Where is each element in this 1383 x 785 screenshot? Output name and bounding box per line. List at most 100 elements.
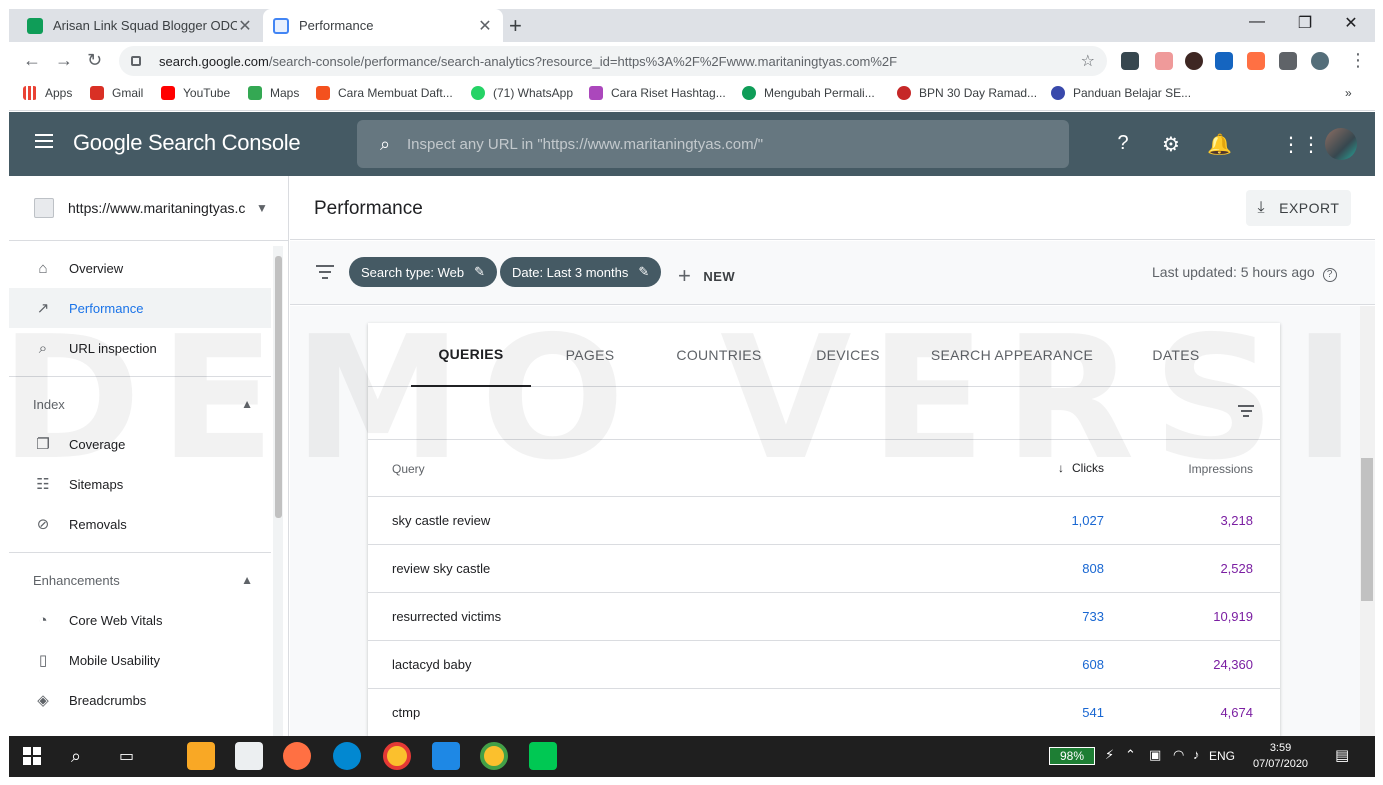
new-label: NEW: [703, 268, 736, 284]
language-indicator[interactable]: ENG: [1209, 749, 1235, 763]
sidebar-scrollbar-thumb[interactable]: [275, 256, 282, 518]
table-row[interactable]: sky castle review 1,027 3,218: [368, 497, 1280, 545]
export-button[interactable]: ⤓ EXPORT: [1246, 190, 1351, 226]
bookmark-youtube[interactable]: YouTube: [161, 86, 230, 100]
profile-avatar-icon[interactable]: [1311, 52, 1329, 70]
wifi-icon[interactable]: ◠: [1173, 747, 1184, 763]
property-selector[interactable]: https://www.maritaningtyas.c... ▼: [9, 176, 289, 241]
lock-icon: [131, 56, 141, 66]
notifications-bell-icon[interactable]: 🔔: [1207, 132, 1232, 157]
task-view-icon[interactable]: ▭: [119, 746, 134, 766]
section-index[interactable]: Index ▲: [9, 384, 271, 424]
reload-icon[interactable]: ↻: [87, 50, 102, 71]
chrome-icon[interactable]: [383, 742, 411, 770]
table-filter-icon[interactable]: [1238, 405, 1254, 420]
word-app-icon[interactable]: [432, 742, 460, 770]
browser-tab-performance[interactable]: Performance ✕: [263, 9, 503, 42]
edge-icon[interactable]: [333, 742, 361, 770]
file-explorer-icon[interactable]: [187, 742, 215, 770]
nav-breadcrumbs[interactable]: ◈ Breadcrumbs: [9, 680, 271, 720]
help-circle-icon[interactable]: ?: [1322, 268, 1337, 282]
url-inspection-search[interactable]: ⌕: [357, 120, 1069, 168]
extension-k-icon[interactable]: [1185, 52, 1203, 70]
address-bar[interactable]: search.google.com/search-console/perform…: [119, 46, 1107, 76]
section-enhancements[interactable]: Enhancements ▲: [9, 560, 271, 600]
minimize-icon[interactable]: —: [1237, 13, 1277, 31]
nav-removals[interactable]: ⊘ Removals: [9, 504, 271, 544]
firefox-icon[interactable]: [283, 742, 311, 770]
tab-countries[interactable]: COUNTRIES: [664, 323, 774, 387]
tab-devices[interactable]: DEVICES: [804, 323, 892, 387]
nav-mobile-usability[interactable]: ▯ Mobile Usability: [9, 640, 271, 680]
battery-indicator[interactable]: 98%: [1049, 747, 1095, 765]
user-avatar[interactable]: [1325, 128, 1357, 160]
tab-search-appearance[interactable]: SEARCH APPEARANCE: [928, 323, 1096, 387]
chrome-menu-icon[interactable]: ⋮: [1349, 50, 1367, 71]
bookmark-maps[interactable]: Maps: [248, 86, 299, 100]
header-impressions[interactable]: Impressions: [1188, 462, 1253, 476]
apps-grid-icon[interactable]: ⋮⋮: [1281, 132, 1321, 157]
extensions-puzzle-icon[interactable]: [1279, 52, 1297, 70]
close-tab-icon[interactable]: ✕: [477, 16, 493, 36]
new-filter-button[interactable]: + NEW: [678, 263, 735, 289]
extension-seo-icon[interactable]: [1247, 52, 1265, 70]
extension-blue-icon[interactable]: [1215, 52, 1233, 70]
tab-queries[interactable]: QUERIES: [411, 323, 531, 387]
url-inspection-input[interactable]: [407, 135, 1047, 153]
bookmark-panduan[interactable]: Panduan Belajar SE...: [1051, 86, 1191, 100]
chevron-up-icon[interactable]: ⌃: [1125, 747, 1136, 763]
bookmark-apps[interactable]: Apps: [23, 86, 72, 100]
table-row[interactable]: review sky castle 808 2,528: [368, 545, 1280, 593]
tab-dates[interactable]: DATES: [1138, 323, 1214, 387]
store-icon[interactable]: [235, 742, 263, 770]
close-window-icon[interactable]: ✕: [1331, 13, 1371, 33]
table-row[interactable]: resurrected victims 733 10,919: [368, 593, 1280, 641]
nav-label: Mobile Usability: [69, 652, 161, 668]
notifications-icon[interactable]: ▤: [1335, 746, 1349, 764]
header-clicks[interactable]: ↓ Clicks: [1058, 461, 1104, 475]
nav-coverage[interactable]: ❐ Coverage: [9, 424, 271, 464]
bookmark-whatsapp[interactable]: (71) WhatsApp: [471, 86, 573, 100]
volume-icon[interactable]: ♪: [1193, 747, 1200, 762]
bookmark-gmail[interactable]: Gmail: [90, 86, 143, 100]
chrome-active-icon[interactable]: [480, 742, 508, 770]
header-query[interactable]: Query: [392, 462, 425, 476]
extension-m-icon[interactable]: [1121, 52, 1139, 70]
green-app-icon[interactable]: [529, 742, 557, 770]
browser-tab-arisan[interactable]: Arisan Link Squad Blogger ODOP ✕: [17, 9, 263, 42]
maximize-icon[interactable]: ❐: [1285, 13, 1325, 33]
close-tab-icon[interactable]: ✕: [237, 16, 253, 36]
bookmark-bpn[interactable]: BPN 30 Day Ramad...: [897, 86, 1037, 100]
nav-overview[interactable]: ⌂ Overview: [9, 248, 271, 288]
nav-core-web-vitals[interactable]: ◔ Core Web Vitals: [9, 600, 271, 640]
nav-sitemaps[interactable]: ☷ Sitemaps: [9, 464, 271, 504]
bookmark-riset-hashtag[interactable]: Cara Riset Hashtag...: [589, 86, 726, 100]
bookmarks-overflow[interactable]: »: [1345, 86, 1352, 100]
table-row[interactable]: ctmp 541 4,674: [368, 689, 1280, 736]
help-icon[interactable]: ?: [1111, 132, 1135, 155]
filter-chip-date[interactable]: Date: Last 3 months ✎: [500, 257, 662, 287]
bookmark-star-icon[interactable]: ☆: [1081, 51, 1095, 71]
table-row[interactable]: lactacyd baby 608 24,360: [368, 641, 1280, 689]
hamburger-menu-icon[interactable]: [35, 134, 53, 148]
bookmark-cara-membuat[interactable]: Cara Membuat Daft...: [316, 86, 453, 100]
main-scrollbar-thumb[interactable]: [1361, 458, 1373, 601]
clock[interactable]: 3:59 07/07/2020: [1253, 740, 1308, 772]
network-icon[interactable]: ▣: [1149, 747, 1161, 763]
filter-list-icon[interactable]: [316, 265, 334, 283]
bookmark-label: Gmail: [112, 86, 144, 100]
bookmark-mengubah[interactable]: Mengubah Permali...: [742, 86, 875, 100]
filter-chip-search-type[interactable]: Search type: Web ✎: [349, 257, 497, 287]
tab-pages[interactable]: PAGES: [550, 323, 630, 387]
trending-up-icon: ↗: [36, 300, 50, 317]
nav-performance[interactable]: ↗ Performance: [9, 288, 271, 328]
search-icon[interactable]: ⌕: [71, 746, 81, 767]
account-settings-icon[interactable]: ⚙: [1159, 132, 1183, 157]
new-tab-button[interactable]: +: [509, 13, 522, 39]
forward-icon[interactable]: →: [55, 50, 73, 71]
extension-eyedropper-icon[interactable]: [1155, 52, 1173, 70]
back-icon[interactable]: ←: [23, 50, 41, 71]
product-logo[interactable]: Google Search Console: [73, 130, 301, 156]
windows-start-icon[interactable]: [23, 747, 41, 765]
nav-url-inspection[interactable]: ⌕ URL inspection: [9, 328, 271, 368]
